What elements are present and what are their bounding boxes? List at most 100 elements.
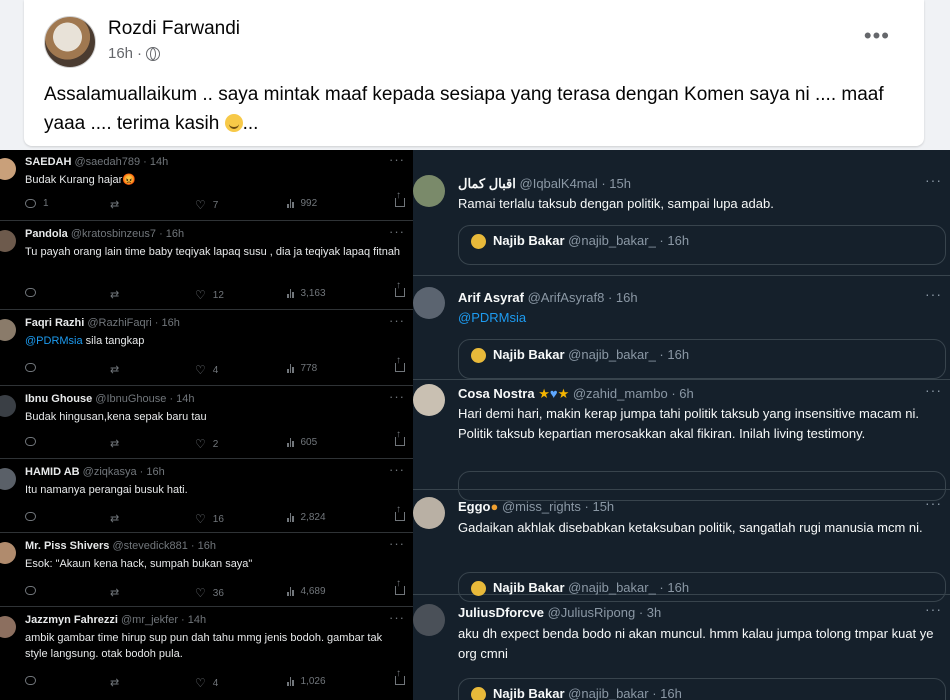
views-button[interactable]: 3,163	[287, 288, 326, 299]
reply-button[interactable]	[25, 676, 36, 685]
mention-link[interactable]: @PDRMsia	[25, 335, 83, 347]
more-icon[interactable]: ···	[925, 495, 942, 511]
more-icon[interactable]: ···	[925, 286, 942, 302]
quoted-tweet-card[interactable]: Najib Bakar @najib_bakar_ · 16h	[458, 339, 946, 379]
avatar[interactable]	[0, 319, 16, 341]
display-name[interactable]: Faqri Razhi	[25, 317, 84, 329]
author-avatar[interactable]	[44, 16, 96, 68]
retweet-button[interactable]: ⇄	[110, 586, 119, 599]
avatar[interactable]	[413, 384, 445, 416]
handle-time[interactable]: @RazhiFaqri · 16h	[87, 317, 179, 329]
quote-tweet[interactable]: JuliusDforcve @JuliusRipong · 3h ··· aku…	[413, 596, 950, 700]
display-name[interactable]: HAMID AB	[25, 466, 80, 478]
handle-time[interactable]: @ArifAsyraf8 · 16h	[528, 290, 638, 305]
more-icon[interactable]: ···	[389, 389, 405, 404]
display-name[interactable]: Mr. Piss Shivers	[25, 540, 109, 552]
more-icon[interactable]: ···	[389, 152, 405, 167]
share-button[interactable]	[395, 578, 405, 595]
views-button[interactable]: 778	[287, 363, 317, 374]
display-name[interactable]: Pandola	[25, 228, 68, 240]
quoted-tweet-card[interactable]: Najib Bakar @najib_bakar_ · 16h	[458, 225, 946, 265]
display-name[interactable]: Jazzmyn Fahrezzi	[25, 614, 118, 626]
reply-button[interactable]	[25, 437, 36, 446]
share-button[interactable]	[395, 280, 405, 297]
avatar[interactable]	[413, 604, 445, 636]
avatar[interactable]	[413, 175, 445, 207]
retweet-button[interactable]: ⇄	[110, 288, 119, 301]
reply-tweet[interactable]: HAMID AB @ziqkasya · 16h ··· Itu namanya…	[0, 460, 413, 533]
avatar[interactable]	[0, 468, 16, 490]
like-button[interactable]: ♡ 16	[195, 512, 224, 526]
mention-link[interactable]: @PDRMsia	[458, 310, 526, 325]
share-button[interactable]	[395, 668, 405, 685]
reply-tweet[interactable]: Faqri Razhi @RazhiFaqri · 16h ··· @PDRMs…	[0, 311, 413, 386]
handle-time[interactable]: @ziqkasya · 16h	[83, 466, 165, 478]
reply-button[interactable]	[25, 288, 36, 297]
quote-tweet[interactable]: اقبال كمال @IqbalK4mal · 15h ··· Ramai t…	[413, 150, 950, 276]
display-name[interactable]: اقبال كمال	[458, 176, 516, 191]
like-button[interactable]: ♡ 36	[195, 586, 224, 600]
author-name[interactable]: Rozdi Farwandi	[108, 18, 240, 40]
views-button[interactable]: 605	[287, 437, 317, 448]
more-icon[interactable]: ···	[389, 313, 405, 328]
share-button[interactable]	[395, 504, 405, 521]
more-icon[interactable]: ···	[925, 382, 942, 398]
more-icon[interactable]: ···	[389, 610, 405, 625]
retweet-button[interactable]: ⇄	[110, 676, 119, 689]
avatar[interactable]	[0, 616, 16, 638]
handle-time[interactable]: @stevedick881 · 16h	[112, 540, 216, 552]
reply-tweet[interactable]: Pandola @kratosbinzeus7 · 16h ··· Tu pay…	[0, 222, 413, 310]
more-icon[interactable]: ···	[389, 536, 405, 551]
handle-time[interactable]: @kratosbinzeus7 · 16h	[71, 228, 184, 240]
like-button[interactable]: ♡ 4	[195, 676, 218, 690]
display-name[interactable]: Eggo	[458, 499, 491, 514]
retweet-button[interactable]: ⇄	[110, 512, 119, 525]
display-name[interactable]: Ibnu Ghouse	[25, 393, 92, 405]
views-button[interactable]: 4,689	[287, 586, 326, 597]
share-button[interactable]	[395, 190, 405, 207]
retweet-button[interactable]: ⇄	[110, 437, 119, 450]
handle-time[interactable]: @zahid_mambo · 6h	[573, 386, 694, 401]
reply-tweet[interactable]: Ibnu Ghouse @IbnuGhouse · 14h ··· Budak …	[0, 387, 413, 459]
display-name[interactable]: Cosa Nostra	[458, 386, 535, 401]
retweet-button[interactable]: ⇄	[110, 198, 119, 211]
handle-time[interactable]: @miss_rights · 15h	[502, 499, 614, 514]
reply-button[interactable]	[25, 363, 36, 372]
display-name[interactable]: Arif Asyraf	[458, 290, 524, 305]
handle-time[interactable]: @IbnuGhouse · 14h	[95, 393, 194, 405]
display-name[interactable]: JuliusDforcve	[458, 605, 544, 620]
avatar[interactable]	[413, 497, 445, 529]
avatar[interactable]	[0, 158, 16, 180]
handle-time[interactable]: @mr_jekfer · 14h	[121, 614, 206, 626]
quote-tweet[interactable]: Arif Asyraf @ArifAsyraf8 · 16h ··· @PDRM…	[413, 277, 950, 380]
like-button[interactable]: ♡ 2	[195, 437, 218, 451]
share-button[interactable]	[395, 429, 405, 446]
post-time[interactable]: 16h	[108, 45, 133, 62]
like-button[interactable]: ♡ 7	[195, 198, 218, 212]
quoted-tweet-card[interactable]: Najib Bakar @najib_bakar · 16h	[458, 678, 946, 700]
views-button[interactable]: 992	[287, 198, 317, 209]
reply-button[interactable]	[25, 512, 36, 521]
reply-tweet[interactable]: Jazzmyn Fahrezzi @mr_jekfer · 14h ··· am…	[0, 608, 413, 700]
like-button[interactable]: ♡ 12	[195, 288, 224, 302]
more-options-icon[interactable]: •••	[864, 25, 890, 47]
retweet-button[interactable]: ⇄	[110, 363, 119, 376]
more-icon[interactable]: ···	[925, 601, 942, 617]
reply-tweet[interactable]: SAEDAH @saedah789 · 14h ··· Budak Kurang…	[0, 150, 413, 221]
reply-button[interactable]: 1	[25, 198, 49, 209]
avatar[interactable]	[0, 230, 16, 252]
handle-time[interactable]: @JuliusRipong · 3h	[548, 605, 662, 620]
avatar[interactable]	[0, 542, 16, 564]
quote-tweet[interactable]: Eggo● @miss_rights · 15h ··· Gadaikan ak…	[413, 491, 950, 602]
more-icon[interactable]: ···	[925, 172, 942, 188]
handle-time[interactable]: @IqbalK4mal · 15h	[520, 176, 631, 191]
avatar[interactable]	[413, 287, 445, 319]
reply-tweet[interactable]: Mr. Piss Shivers @stevedick881 · 16h ···…	[0, 534, 413, 607]
more-icon[interactable]: ···	[389, 224, 405, 239]
handle-time[interactable]: @saedah789 · 14h	[75, 156, 169, 168]
views-button[interactable]: 1,026	[287, 676, 326, 687]
quote-tweet[interactable]: Cosa Nostra ★♥★ @zahid_mambo · 6h ··· Ha…	[413, 381, 950, 501]
like-button[interactable]: ♡ 4	[195, 363, 218, 377]
more-icon[interactable]: ···	[389, 462, 405, 477]
reply-button[interactable]	[25, 586, 36, 595]
